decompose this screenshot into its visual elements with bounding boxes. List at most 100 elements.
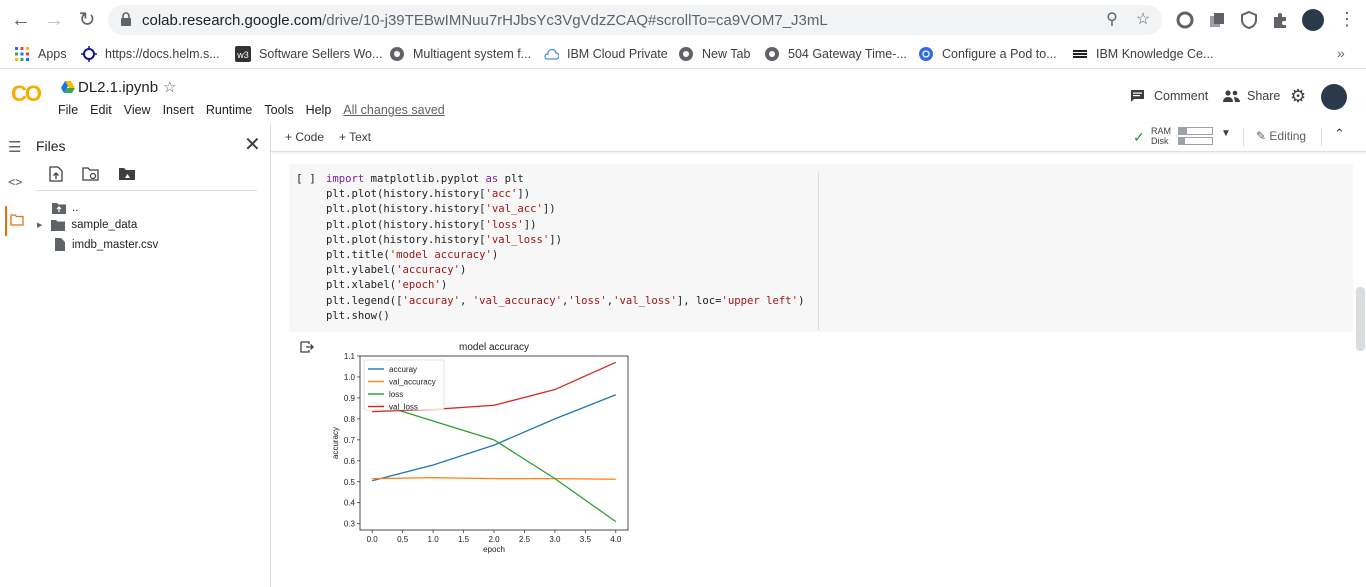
mount-drive-icon[interactable] xyxy=(118,166,136,181)
bookmark-apps[interactable]: Apps xyxy=(14,44,67,64)
toolbar-divider xyxy=(1321,128,1322,146)
add-text-button[interactable]: + Text xyxy=(339,130,371,144)
upload-file-icon[interactable] xyxy=(48,166,63,182)
menu-runtime[interactable]: Runtime xyxy=(206,103,253,117)
settings-gear-icon[interactable]: ⚙ xyxy=(1290,86,1306,107)
tree-item-sample-data[interactable]: ▶ sample_data xyxy=(37,219,137,231)
refresh-folder-icon[interactable] xyxy=(82,166,100,182)
resource-monitor[interactable]: RAM Disk xyxy=(1151,126,1171,146)
legend-label: accuray xyxy=(389,365,417,374)
menu-insert[interactable]: Insert xyxy=(163,103,194,117)
clear-output-icon[interactable] xyxy=(300,341,314,353)
code-snippets-icon[interactable]: <> xyxy=(8,175,26,193)
code-segment: ]) xyxy=(543,203,556,215)
save-status-link[interactable]: All changes saved xyxy=(343,103,444,117)
comment-button[interactable]: Comment xyxy=(1130,89,1208,103)
code-token: ) xyxy=(798,294,805,307)
bookmark-new-tab[interactable]: New Tab xyxy=(678,44,750,64)
lock-icon xyxy=(121,12,131,26)
notebook-toolbar: + Code + Text ✓ RAM Disk ▼ ✎ Editing ⌃ xyxy=(271,123,1366,152)
editing-mode-button[interactable]: ✎ Editing xyxy=(1256,129,1306,143)
colab-logo[interactable]: CO xyxy=(11,81,42,107)
menu-view[interactable]: View xyxy=(124,103,151,117)
address-bar[interactable]: colab.research.google.com/drive/10-j39TE… xyxy=(108,5,1162,35)
bookmark-ibm-cloud[interactable]: IBM Cloud Private xyxy=(543,44,668,64)
code-line: plt.plot(history.history['val_acc']) xyxy=(326,202,804,217)
legend-label: val_loss xyxy=(389,403,418,412)
code-token: ) xyxy=(440,279,448,292)
code-line: plt.legend(['accuray', 'val_accuracy','l… xyxy=(326,294,804,309)
code-token: plt.legend([ xyxy=(326,294,403,307)
back-arrow-icon[interactable]: ← xyxy=(9,8,33,32)
add-code-button[interactable]: + Code xyxy=(285,130,324,144)
code-segment: ]) xyxy=(549,234,562,246)
extensions-puzzle-icon[interactable] xyxy=(1270,10,1290,30)
profile-avatar[interactable] xyxy=(1302,9,1324,31)
runtime-dropdown-icon[interactable]: ▼ xyxy=(1221,128,1231,139)
cloud-icon xyxy=(544,48,559,60)
y-tick-label: 0.8 xyxy=(344,415,356,424)
bookmark-star-icon[interactable]: ☆ xyxy=(1133,10,1153,30)
reload-icon[interactable]: ↻ xyxy=(75,8,99,32)
expand-arrow-icon[interactable]: ▶ xyxy=(37,221,42,229)
y-tick-label: 1.1 xyxy=(344,352,356,361)
bookmark-504[interactable]: 504 Gateway Time-... xyxy=(764,44,907,64)
collapse-header-icon[interactable]: ⌃ xyxy=(1334,126,1345,142)
menu-file[interactable]: File xyxy=(58,103,78,117)
string-token: 'val_loss' xyxy=(613,294,677,307)
bookmark-helm[interactable]: https://docs.helm.s... xyxy=(81,44,220,64)
share-label: Share xyxy=(1247,89,1281,103)
x-tick-label: 3.0 xyxy=(549,535,561,544)
code-token: plt.plot(history.history[ xyxy=(326,218,486,231)
files-folder-icon[interactable] xyxy=(10,214,24,226)
code-segment: , xyxy=(460,295,473,307)
ibm-icon xyxy=(1073,50,1087,58)
zoom-search-icon[interactable]: ⚲ xyxy=(1102,10,1122,30)
helm-icon xyxy=(81,46,97,62)
account-avatar[interactable] xyxy=(1321,84,1347,110)
code-line: plt.plot(history.history['acc']) xyxy=(326,187,804,202)
code-segment: import matplotlib.pyplot as plt xyxy=(326,173,524,185)
more-menu-icon[interactable]: ⋮ xyxy=(1338,9,1356,29)
bookmark-ibm-knowledge[interactable]: IBM Knowledge Ce... xyxy=(1072,44,1213,64)
share-button[interactable]: Share xyxy=(1223,89,1280,103)
bookmark-multiagent[interactable]: Multiagent system f... xyxy=(389,44,531,64)
menu-edit[interactable]: Edit xyxy=(90,103,112,117)
code-segment: ) xyxy=(460,264,466,276)
forward-arrow-icon[interactable]: → xyxy=(42,8,66,32)
code-token: plt.ylabel( xyxy=(326,264,397,277)
tree-item-parent[interactable]: .. xyxy=(52,202,78,214)
notebook-name[interactable]: DL2.1.ipynb xyxy=(78,79,158,96)
panel-divider xyxy=(36,190,257,191)
code-segment: ) xyxy=(441,279,447,291)
code-editor[interactable]: import matplotlib.pyplot as plt plt.plot(… xyxy=(326,172,804,324)
legend-label: loss xyxy=(389,390,403,399)
bookmark-configure-pod[interactable]: Configure a Pod to... xyxy=(918,44,1057,64)
code-token: plt.show() xyxy=(326,309,390,322)
code-segment: plt.plot(history.history[ xyxy=(326,219,485,231)
bookmark-label: Software Sellers Wo... xyxy=(259,47,383,61)
code-segment: ) xyxy=(798,295,804,307)
tree-item-imdb-csv[interactable]: imdb_master.csv xyxy=(55,238,158,251)
bookmark-software-sellers[interactable]: w3 Software Sellers Wo... xyxy=(235,44,382,64)
extension-copy-icon[interactable] xyxy=(1207,10,1227,30)
code-token: ) xyxy=(459,264,467,277)
cell-separator xyxy=(818,172,819,330)
bookmarks-bar: Apps https://docs.helm.s... w3 Software … xyxy=(0,40,1366,69)
extension-shield-icon[interactable] xyxy=(1239,10,1259,30)
menu-tools[interactable]: Tools xyxy=(264,103,293,117)
menu-help[interactable]: Help xyxy=(306,103,332,117)
notebook-scrollbar[interactable] xyxy=(1356,287,1365,351)
run-cell-indicator[interactable]: [ ] xyxy=(296,172,316,185)
star-notebook-icon[interactable]: ☆ xyxy=(163,78,176,96)
x-tick-label: 0.5 xyxy=(397,535,409,544)
bookmarks-overflow-icon[interactable]: » xyxy=(1337,45,1345,61)
globe-icon xyxy=(679,47,693,61)
x-tick-label: 1.0 xyxy=(428,535,440,544)
extension-ring-icon[interactable] xyxy=(1175,10,1195,30)
table-of-contents-icon[interactable]: ☰ xyxy=(8,138,26,156)
code-token: ]) xyxy=(549,233,562,246)
code-line: plt.plot(history.history['loss']) xyxy=(326,218,804,233)
close-panel-icon[interactable]: ✕ xyxy=(244,132,261,157)
tree-item-label: imdb_master.csv xyxy=(72,238,159,251)
